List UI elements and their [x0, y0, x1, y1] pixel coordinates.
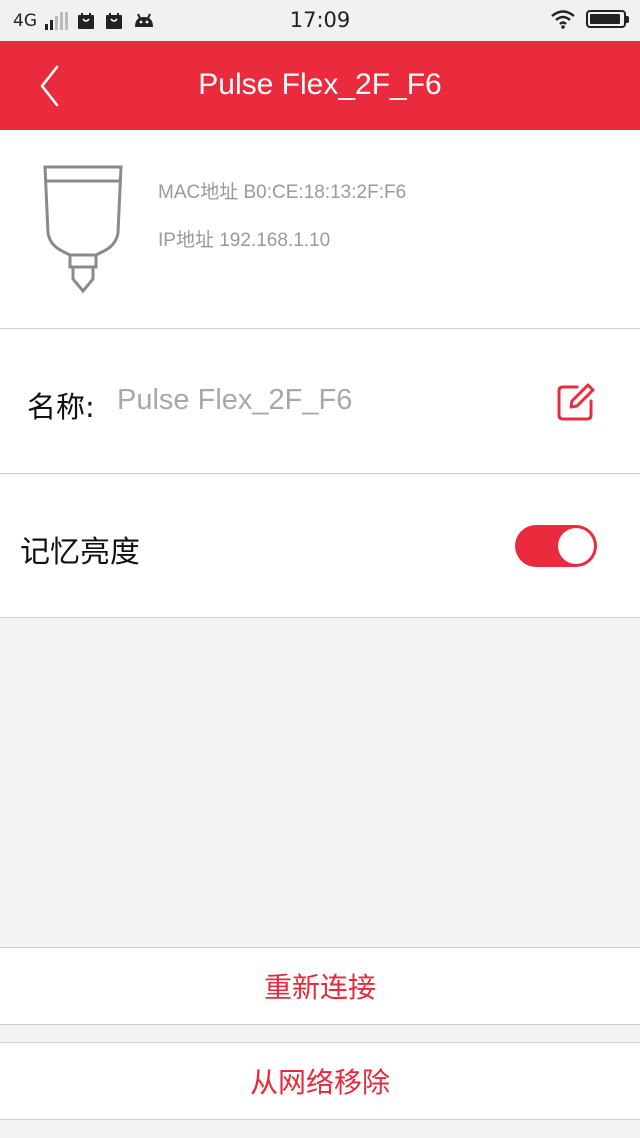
ip-address: IP地址 192.168.1.10	[158, 230, 331, 251]
name-row: 名称: Pulse Flex_2F_F6	[0, 329, 640, 474]
status-bar: 4G 17:09	[0, 0, 640, 41]
device-info-card: MAC地址 B0:CE:18:13:2F:F6 IP地址 192.168.1.1…	[0, 130, 640, 329]
toggle-knob	[558, 528, 594, 564]
edit-name-button[interactable]	[555, 381, 597, 423]
status-right	[550, 9, 629, 29]
wifi-icon	[551, 10, 575, 29]
battery-level	[590, 14, 620, 24]
reconnect-button[interactable]: 重新连接	[0, 947, 640, 1025]
app-header: Pulse Flex_2F_F6	[0, 41, 640, 130]
remove-from-network-button[interactable]: 从网络移除	[0, 1042, 640, 1120]
page-title: Pulse Flex_2F_F6	[198, 68, 442, 101]
edit-icon	[557, 383, 595, 421]
name-label: 名称:	[27, 390, 95, 424]
memory-brightness-row: 记忆亮度	[0, 474, 640, 618]
name-value: Pulse Flex_2F_F6	[117, 384, 353, 416]
bulb-icon	[43, 165, 123, 294]
memory-brightness-toggle[interactable]	[515, 525, 597, 567]
mac-address: MAC地址 B0:CE:18:13:2F:F6	[158, 182, 407, 203]
battery-icon	[586, 10, 629, 28]
memory-brightness-label: 记忆亮度	[20, 535, 140, 570]
status-time: 17:09	[289, 8, 351, 32]
